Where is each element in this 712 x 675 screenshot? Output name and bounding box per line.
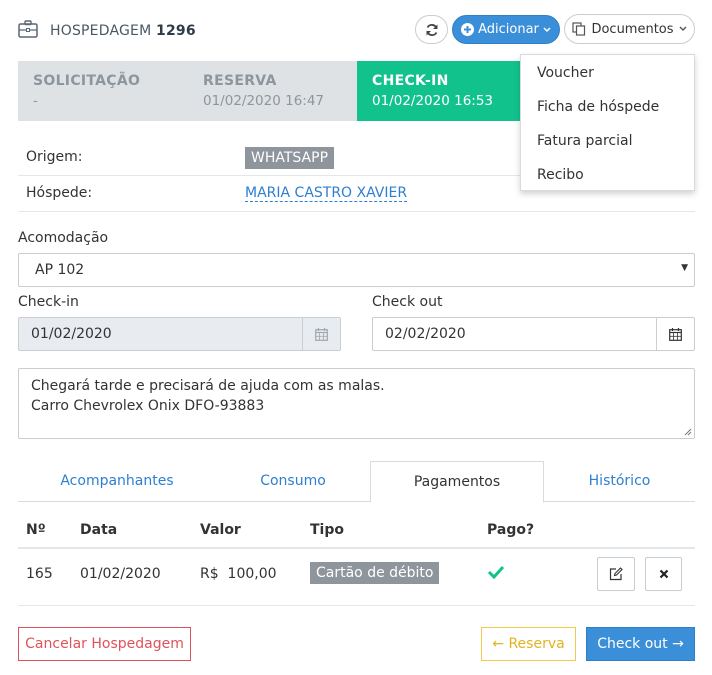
edit-icon xyxy=(609,567,623,581)
edit-button[interactable] xyxy=(597,557,635,591)
checkout-date-field[interactable]: 02/02/2020 xyxy=(372,317,695,351)
accommodation-label: Acomodação xyxy=(18,230,109,246)
guest-label: Hóspede: xyxy=(26,185,93,201)
guest-link[interactable]: MARIA CASTRO XAVIER xyxy=(245,185,408,202)
step-reserva: RESERVA 01/02/2020 16:47 xyxy=(188,61,357,121)
checkin-label: Check-in xyxy=(18,294,79,310)
checkout-button[interactable]: Check out → xyxy=(586,627,695,661)
add-button-label: Adicionar xyxy=(478,22,539,37)
notes-line: Carro Chevrolex Onix DFO-93883 xyxy=(31,398,265,414)
step-label: RESERVA xyxy=(203,73,277,89)
row-divider xyxy=(18,605,695,606)
column-header: Tipo xyxy=(310,522,344,538)
checkout-label: Check out xyxy=(372,294,443,310)
cancel-stay-button[interactable]: Cancelar Hospedagem xyxy=(18,627,191,661)
refresh-icon xyxy=(426,23,437,36)
page-title: HOSPEDAGEM 1296 xyxy=(50,23,196,39)
title-prefix: HOSPEDAGEM xyxy=(50,23,152,39)
resize-handle-icon[interactable] xyxy=(684,428,692,436)
tab-acompanhantes[interactable]: Acompanhantes xyxy=(18,461,216,502)
documents-dropdown-menu: Voucher Ficha de hóspede Fatura parcial … xyxy=(520,54,695,191)
menu-item-guest-form[interactable]: Ficha de hóspede xyxy=(521,96,694,130)
payment-date: 01/02/2020 xyxy=(80,566,161,582)
column-header: Data xyxy=(80,522,118,538)
close-icon xyxy=(659,569,668,579)
delete-button[interactable] xyxy=(645,557,682,591)
detail-tabs: Acompanhantes Consumo Pagamentos Históri… xyxy=(18,461,695,503)
accommodation-value: AP 102 xyxy=(35,262,85,278)
check-icon xyxy=(487,565,505,579)
tab-consumo[interactable]: Consumo xyxy=(194,461,392,502)
payment-number: 165 xyxy=(26,566,53,582)
checkin-date-value: 01/02/2020 xyxy=(31,326,112,342)
documents-button-label: Documentos xyxy=(591,21,674,37)
calendar-icon xyxy=(302,318,340,350)
tab-pagamentos[interactable]: Pagamentos xyxy=(370,461,544,503)
title-number: 1296 xyxy=(156,23,196,39)
chevron-down-icon xyxy=(679,26,687,31)
notes-textarea[interactable]: Chegará tarde e precisará de ajuda com a… xyxy=(18,368,695,439)
step-solicitacao: SOLICITAÇÃO - xyxy=(18,61,188,121)
refresh-button[interactable] xyxy=(415,15,448,44)
step-value: 01/02/2020 16:53 xyxy=(372,93,494,109)
origin-label: Origem: xyxy=(26,149,83,165)
add-button[interactable]: Adicionar xyxy=(452,15,560,44)
accommodation-select[interactable]: AP 102 ▼ xyxy=(18,253,695,287)
caret-down-icon: ▼ xyxy=(681,263,688,273)
step-value: - xyxy=(33,93,38,109)
calendar-icon[interactable] xyxy=(656,318,694,350)
copy-icon xyxy=(572,22,586,36)
back-to-reservation-button[interactable]: ← Reserva xyxy=(481,627,576,661)
page-header: HOSPEDAGEM 1296 Adicionar Documentos xyxy=(18,14,695,48)
checkout-date-value: 02/02/2020 xyxy=(385,326,466,342)
checkin-date-field: 01/02/2020 xyxy=(18,317,341,351)
briefcase-icon xyxy=(18,20,38,38)
payment-value: R$ 100,00 xyxy=(200,566,277,582)
tab-historico[interactable]: Histórico xyxy=(544,461,695,502)
column-header: Valor xyxy=(200,522,241,538)
column-header: Nº xyxy=(26,522,46,538)
documents-button[interactable]: Documentos xyxy=(564,14,695,44)
origin-badge: WHATSAPP xyxy=(245,147,335,169)
menu-item-voucher[interactable]: Voucher xyxy=(521,62,694,96)
notes-line: Chegará tarde e precisará de ajuda com a… xyxy=(31,378,385,394)
payment-type-badge: Cartão de débito xyxy=(310,562,440,584)
header-divider xyxy=(18,547,695,549)
menu-item-partial-invoice[interactable]: Fatura parcial xyxy=(521,130,694,164)
plus-circle-icon xyxy=(461,23,475,36)
step-value: 01/02/2020 16:47 xyxy=(203,93,325,109)
step-label: SOLICITAÇÃO xyxy=(33,73,141,89)
menu-item-receipt[interactable]: Recibo xyxy=(521,164,694,198)
step-label: CHECK-IN xyxy=(372,73,449,89)
step-checkin: CHECK-IN 01/02/2020 16:53 xyxy=(357,61,523,121)
column-header: Pago? xyxy=(487,522,535,538)
chevron-down-icon xyxy=(543,26,551,32)
